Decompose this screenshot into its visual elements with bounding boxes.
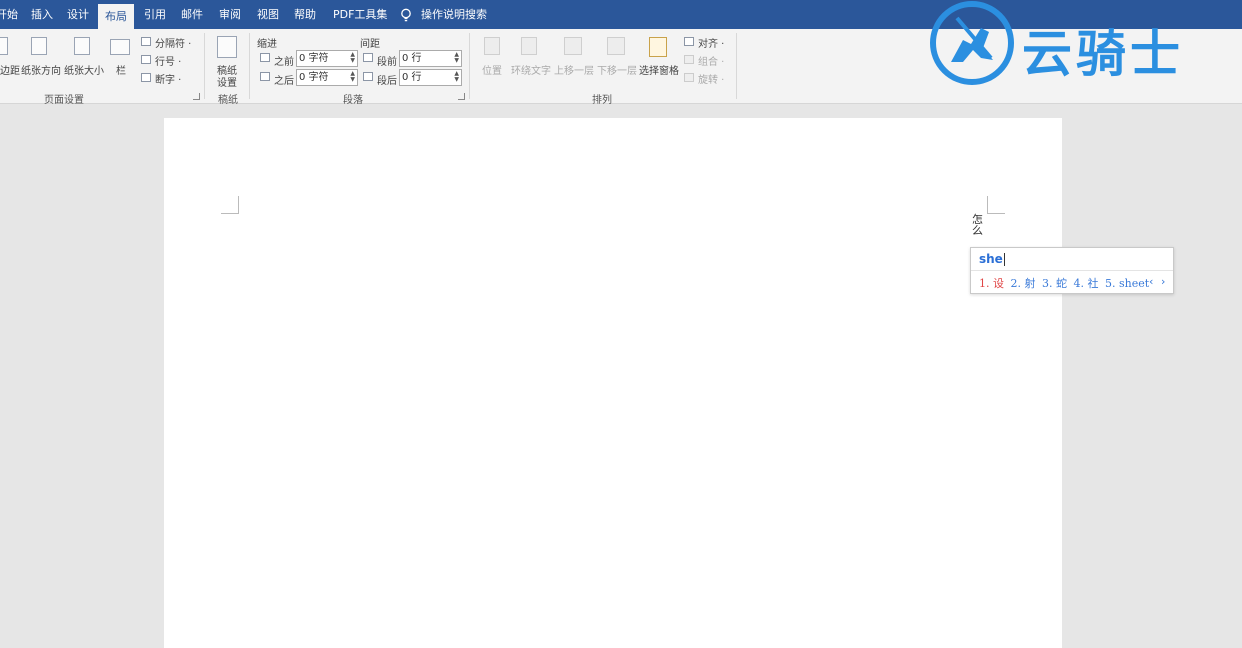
indent-before-value: 0 字符: [299, 53, 329, 64]
manuscript-icon: [217, 36, 237, 58]
position-button[interactable]: 位置: [482, 62, 502, 77]
columns-icon: [110, 39, 130, 55]
lightbulb-icon: [401, 8, 411, 22]
group-label-paragraph: 段落: [343, 95, 363, 106]
hyphenation-icon: [141, 73, 151, 82]
separator: [204, 33, 205, 99]
ime-candidate[interactable]: 5. sheet: [1105, 277, 1149, 290]
tab-home[interactable]: 开始: [0, 0, 18, 29]
hyphenation-button[interactable]: 断字 ·: [155, 71, 181, 86]
wrap-text-icon: [521, 37, 537, 55]
selection-pane-button[interactable]: 选择窗格: [639, 62, 679, 77]
margins-button[interactable]: 边距: [0, 62, 20, 77]
group-label-manuscript: 稿纸: [218, 95, 238, 106]
document-page[interactable]: 怎 么: [164, 118, 1062, 648]
align-button[interactable]: 对齐 ·: [698, 35, 724, 50]
vertical-char: 么: [972, 224, 983, 237]
ime-candidate-list: 1. 设 2. 射 3. 蛇 4. 社 5. sheet: [979, 275, 1152, 291]
ime-candidate[interactable]: 3. 蛇: [1042, 277, 1067, 290]
tab-design[interactable]: 设计: [67, 0, 89, 29]
group-objects-icon: [684, 55, 694, 64]
breaks-icon: [141, 37, 151, 46]
indent-after-label: 之后: [274, 76, 294, 87]
line-numbers-button[interactable]: 行号 ·: [155, 53, 181, 68]
columns-button[interactable]: 栏: [116, 62, 126, 77]
orientation-button[interactable]: 纸张方向: [21, 62, 61, 77]
tell-me-search[interactable]: 操作说明搜索: [421, 0, 487, 29]
tab-layout[interactable]: 布局: [98, 4, 134, 29]
tab-insert[interactable]: 插入: [31, 0, 53, 29]
spinner-arrows-icon[interactable]: ▲ ▼: [454, 71, 459, 83]
align-icon: [684, 37, 694, 46]
paragraph-launcher-icon[interactable]: [458, 93, 465, 100]
separator: [469, 33, 470, 99]
space-before-label: 段前: [377, 57, 397, 68]
ime-candidate[interactable]: 2. 射: [1011, 277, 1036, 290]
space-before-icon: [363, 53, 373, 62]
size-button[interactable]: 纸张大小: [64, 62, 104, 77]
tab-view[interactable]: 视图: [257, 0, 279, 29]
space-before-value: 0 行: [402, 53, 422, 64]
spacing-heading: 间距: [360, 39, 380, 50]
space-after-input[interactable]: 0 行 ▲ ▼: [399, 69, 462, 86]
group-label-arrange: 排列: [592, 95, 612, 106]
margin-mark-top-right: [987, 196, 1005, 214]
ime-divider: [971, 270, 1173, 271]
tab-mailings[interactable]: 邮件: [181, 0, 203, 29]
tab-references[interactable]: 引用: [144, 0, 166, 29]
separator: [736, 33, 737, 99]
margin-mark-top-left: [221, 196, 239, 214]
breaks-button[interactable]: 分隔符 ·: [155, 35, 191, 50]
space-after-label: 段后: [377, 76, 397, 87]
ime-prev-page-icon[interactable]: ‹: [1149, 275, 1153, 288]
tab-review[interactable]: 审阅: [219, 0, 241, 29]
vertical-text: 怎 么: [972, 214, 984, 236]
ime-candidate-window: she 1. 设 2. 射 3. 蛇 4. 社 5. sheet ‹ ›: [970, 247, 1174, 294]
indent-after-value: 0 字符: [299, 72, 329, 83]
indent-before-label: 之前: [274, 57, 294, 68]
ime-composition: she: [979, 252, 1005, 266]
manuscript-settings-label-2[interactable]: 设置: [217, 74, 237, 89]
margins-icon: [0, 37, 8, 55]
ime-next-page-icon[interactable]: ›: [1161, 275, 1165, 288]
bring-forward-icon: [564, 37, 582, 55]
position-icon: [484, 37, 500, 55]
page-setup-launcher-icon[interactable]: [193, 93, 200, 100]
group-objects-button[interactable]: 组合 ·: [698, 53, 724, 68]
rotate-button[interactable]: 旋转 ·: [698, 71, 724, 86]
spinner-arrows-icon[interactable]: ▲ ▼: [454, 52, 459, 64]
knight-logo-icon: [930, 1, 1014, 85]
indent-before-input[interactable]: 0 字符 ▲ ▼: [296, 50, 358, 67]
spinner-arrows-icon[interactable]: ▲ ▼: [350, 71, 355, 83]
indent-right-icon: [260, 72, 270, 81]
indent-after-input[interactable]: 0 字符 ▲ ▼: [296, 69, 358, 86]
indent-heading: 缩进: [257, 39, 277, 50]
paper-size-icon: [74, 37, 90, 55]
bring-forward-button[interactable]: 上移一层: [554, 62, 594, 77]
spinner-arrows-icon[interactable]: ▲ ▼: [350, 52, 355, 64]
ime-input-text: she: [979, 252, 1003, 266]
tab-help[interactable]: 帮助: [294, 0, 316, 29]
tab-pdf-tools[interactable]: PDF工具集: [333, 0, 387, 29]
logo-text: 云骑士: [1022, 25, 1184, 83]
ime-candidate[interactable]: 4. 社: [1074, 277, 1099, 290]
text-caret: [1003, 253, 1005, 266]
orientation-icon: [31, 37, 47, 55]
space-after-icon: [363, 72, 373, 81]
selection-pane-icon: [649, 37, 667, 57]
line-numbers-icon: [141, 55, 151, 64]
send-backward-icon: [607, 37, 625, 55]
group-label-page-setup: 页面设置: [44, 95, 84, 106]
space-before-input[interactable]: 0 行 ▲ ▼: [399, 50, 462, 67]
space-after-value: 0 行: [402, 72, 422, 83]
rotate-icon: [684, 73, 694, 82]
wrap-text-button[interactable]: 环绕文字: [511, 62, 551, 77]
indent-left-icon: [260, 53, 270, 62]
send-backward-button[interactable]: 下移一层: [597, 62, 637, 77]
ime-candidate[interactable]: 1. 设: [979, 277, 1004, 290]
separator: [249, 33, 250, 99]
